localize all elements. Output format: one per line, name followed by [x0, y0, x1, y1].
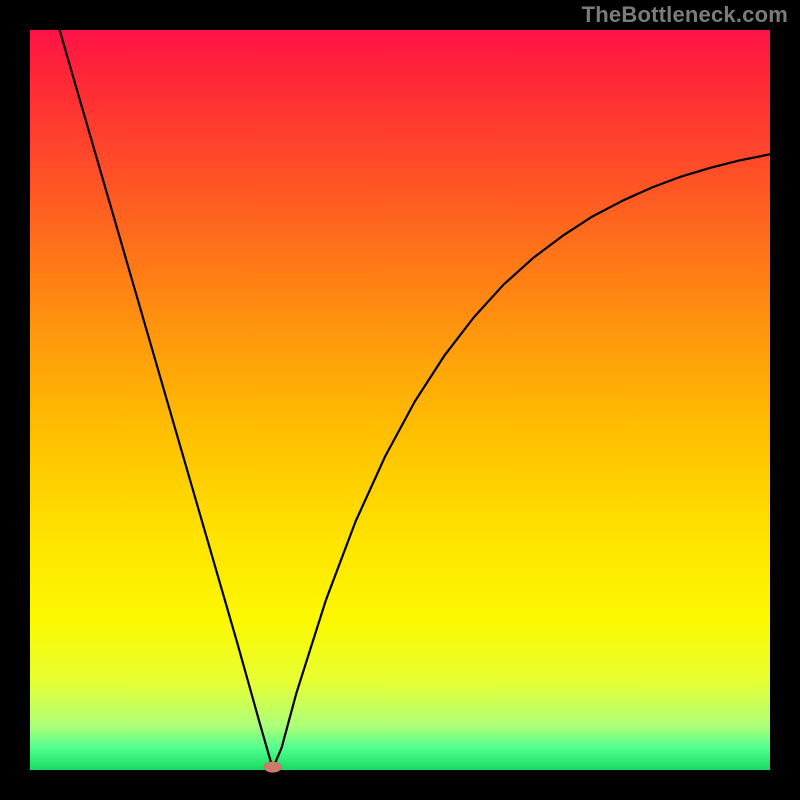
chart-frame: TheBottleneck.com	[0, 0, 800, 800]
minimum-marker	[264, 761, 282, 772]
watermark-text: TheBottleneck.com	[582, 2, 788, 28]
plot-area	[30, 30, 770, 770]
bottleneck-curve	[60, 30, 770, 769]
chart-svg	[30, 30, 770, 770]
